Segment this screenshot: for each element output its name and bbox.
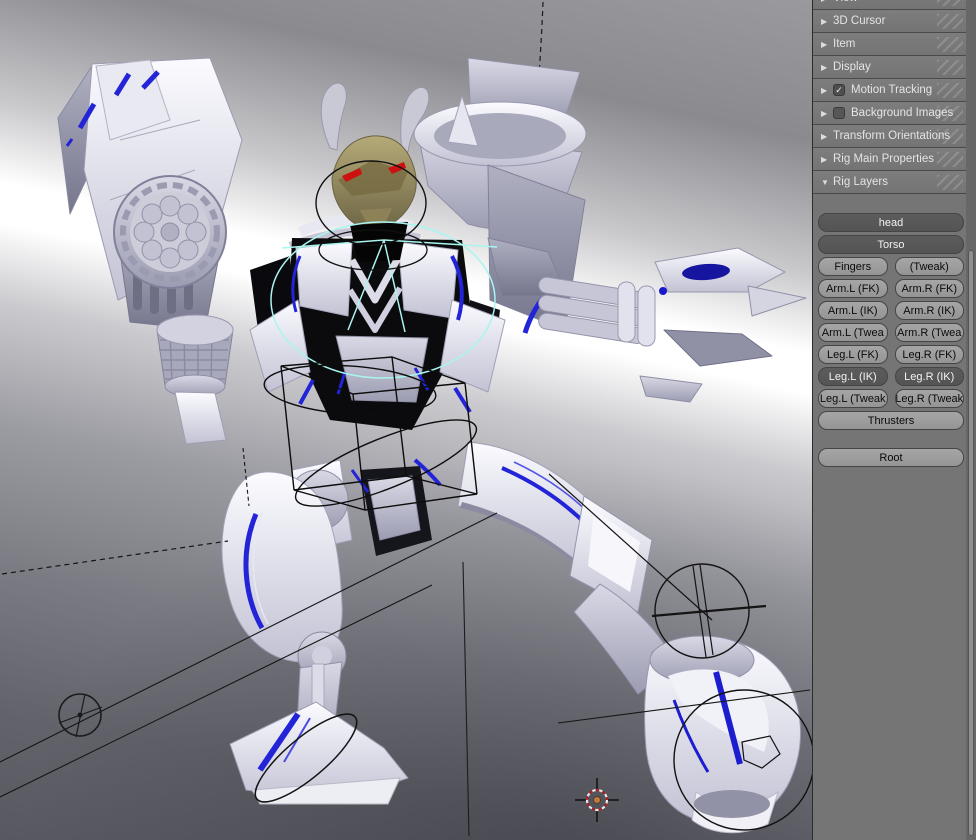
sidebar-scrollbar[interactable] bbox=[966, 0, 976, 840]
3d-cursor[interactable] bbox=[575, 778, 619, 822]
blender-window: ▶ View ▶ 3D Cursor ▶ Item ▶ Display ▶ bbox=[0, 0, 976, 840]
rig-layer-button-arm-r-tweak[interactable]: Arm.R (Twea bbox=[895, 323, 965, 342]
rig-layer-button-thrusters[interactable]: Thrusters bbox=[818, 411, 964, 430]
disclosure-triangle-icon: ▶ bbox=[821, 63, 833, 72]
panel-label: View bbox=[833, 0, 858, 4]
rig-layer-button-arm-l-fk[interactable]: Arm.L (FK) bbox=[818, 279, 888, 298]
rig-layer-button-leg-l-fk[interactable]: Leg.L (FK) bbox=[818, 345, 888, 364]
right-leg bbox=[458, 442, 800, 833]
rig-layer-button-arm-r-ik[interactable]: Arm.R (IK) bbox=[895, 301, 965, 320]
motion-tracking-checkbox[interactable]: ✓ bbox=[833, 84, 845, 96]
panel-drag-grip-icon[interactable] bbox=[937, 14, 963, 29]
rig-layer-button-head[interactable]: head bbox=[818, 213, 964, 232]
disclosure-triangle-icon: ▶ bbox=[821, 132, 833, 141]
mech-scene bbox=[0, 0, 812, 840]
background-images-checkbox[interactable] bbox=[833, 107, 845, 119]
panel-label: Item bbox=[833, 38, 855, 50]
panel-drag-grip-icon[interactable] bbox=[937, 175, 963, 190]
panel-header-display[interactable]: ▶ Display bbox=[813, 56, 967, 79]
disclosure-triangle-icon: ▶ bbox=[821, 86, 833, 95]
disclosure-triangle-icon: ▶ bbox=[821, 40, 833, 49]
panel-label: Motion Tracking bbox=[851, 84, 932, 96]
panel-header-motion-tracking[interactable]: ▶ ✓ Motion Tracking bbox=[813, 79, 967, 102]
panel-header-transform-orientations[interactable]: ▶ Transform Orientations bbox=[813, 125, 967, 148]
left-shoulder-gatling bbox=[58, 58, 242, 444]
disclosure-triangle-icon: ▶ bbox=[821, 155, 833, 164]
panel-header-view[interactable]: ▶ View bbox=[813, 0, 967, 10]
mech-mesh bbox=[58, 58, 806, 833]
rig-layer-button-tweak[interactable]: (Tweak) bbox=[895, 257, 965, 276]
panel-header-background-images[interactable]: ▶ Background Images bbox=[813, 102, 967, 125]
panel-header-rig-layers[interactable]: ▼ Rig Layers bbox=[813, 171, 967, 194]
panel-list: ▶ View ▶ 3D Cursor ▶ Item ▶ Display ▶ bbox=[813, 0, 976, 194]
sidebar-scrollbar-handle[interactable] bbox=[968, 250, 974, 836]
panel-drag-grip-icon[interactable] bbox=[937, 60, 963, 75]
rig-layer-button-leg-r-fk[interactable]: Leg.R (FK) bbox=[895, 345, 965, 364]
rig-layer-button-fingers[interactable]: Fingers bbox=[818, 257, 888, 276]
rig-layer-button-arm-l-tweak[interactable]: Arm.L (Twea bbox=[818, 323, 888, 342]
properties-sidebar: ▶ View ▶ 3D Cursor ▶ Item ▶ Display ▶ bbox=[812, 0, 976, 840]
panel-drag-grip-icon[interactable] bbox=[937, 106, 963, 121]
panel-label: Display bbox=[833, 61, 871, 73]
rig-layer-button-leg-l-ik[interactable]: Leg.L (IK) bbox=[818, 367, 888, 386]
ik-target-widget[interactable] bbox=[59, 694, 102, 737]
panel-drag-grip-icon[interactable] bbox=[937, 129, 963, 144]
panel-header-item[interactable]: ▶ Item bbox=[813, 33, 967, 56]
3d-viewport[interactable] bbox=[0, 0, 812, 840]
panel-label: Rig Layers bbox=[833, 176, 888, 188]
disclosure-triangle-icon: ▶ bbox=[821, 17, 833, 26]
panel-drag-grip-icon[interactable] bbox=[937, 0, 963, 6]
panel-drag-grip-icon[interactable] bbox=[937, 83, 963, 98]
disclosure-triangle-icon: ▼ bbox=[821, 178, 833, 187]
rig-layer-button-arm-r-fk[interactable]: Arm.R (FK) bbox=[895, 279, 965, 298]
panel-drag-grip-icon[interactable] bbox=[937, 152, 963, 167]
panel-header-3d-cursor[interactable]: ▶ 3D Cursor bbox=[813, 10, 967, 33]
panel-label: Transform Orientations bbox=[833, 130, 950, 142]
rig-layer-button-leg-r-ik[interactable]: Leg.R (IK) bbox=[895, 367, 965, 386]
disclosure-triangle-icon: ▶ bbox=[821, 0, 833, 3]
rig-layer-button-torso[interactable]: Torso bbox=[818, 235, 964, 254]
panel-label: Rig Main Properties bbox=[833, 153, 934, 165]
panel-header-rig-main-properties[interactable]: ▶ Rig Main Properties bbox=[813, 148, 967, 171]
rig-layers-panel-body: head Torso Fingers (Tweak) Arm.L (FK) Ar… bbox=[813, 203, 967, 470]
panel-label: 3D Cursor bbox=[833, 15, 885, 27]
right-arm-claw bbox=[488, 238, 806, 402]
rig-layer-button-root[interactable]: Root bbox=[818, 448, 964, 467]
panel-drag-grip-icon[interactable] bbox=[937, 37, 963, 52]
disclosure-triangle-icon: ▶ bbox=[821, 109, 833, 118]
rig-layer-button-leg-l-tweak[interactable]: Leg.L (Tweak bbox=[818, 389, 888, 408]
rig-layer-button-leg-r-tweak[interactable]: Leg.R (Tweak bbox=[895, 389, 965, 408]
rig-layer-button-arm-l-ik[interactable]: Arm.L (IK) bbox=[818, 301, 888, 320]
